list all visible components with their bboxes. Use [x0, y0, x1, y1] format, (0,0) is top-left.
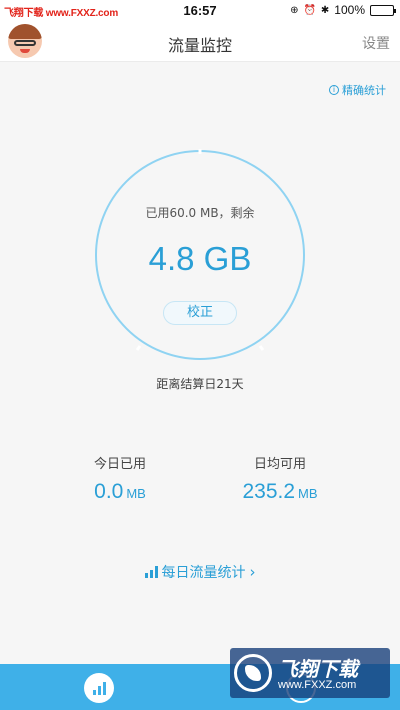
chevron-right-icon: › [249, 563, 256, 581]
today-used-label: 今日已用 [93, 457, 146, 472]
battery-icon [370, 4, 396, 16]
daily-available-label: 日均可用 [253, 457, 306, 472]
today-used-value-line: 0.0 MB [40, 480, 200, 504]
precise-stats-link[interactable]: i 精确统计 [329, 82, 386, 98]
today-used-stat: 今日已用 0.0 MB [40, 453, 200, 504]
orientation-lock-icon: ⊕ [290, 4, 299, 16]
daily-available-value: 235.2 [242, 480, 296, 503]
watermark-bottom: 飞翔下载 www.FXXZ.com [230, 648, 390, 698]
watermark-title: 飞翔下载 [278, 657, 358, 681]
daily-available-unit: MB [298, 486, 318, 501]
daily-stats-label: 每日流量统计 [161, 565, 246, 581]
days-until-settlement: 距离结算日21天 [156, 377, 244, 391]
used-traffic-text: 已用60.0 MB，剩余 [145, 206, 255, 220]
nav-bar: 流量监控 设置 [0, 22, 400, 62]
status-bar: 飞翔下载 www.FXXZ.com 16:57 ⊕ ⏰ ✱ 100% [0, 0, 400, 22]
alarm-icon: ⏰ [303, 4, 316, 16]
watermark-logo-mark [245, 665, 261, 681]
daily-stats-link[interactable]: 每日流量统计 › [0, 562, 400, 582]
settings-button[interactable]: 设置 [362, 33, 390, 53]
battery-percent: 100% [334, 3, 365, 17]
status-indicators: ⊕ ⏰ ✱ 100% [290, 3, 396, 17]
page-title: 流量监控 [167, 36, 232, 55]
traffic-gauge: 已用60.0 MB，剩余 4.8 GB 校正 [93, 148, 307, 362]
precise-stats-label: 精确统计 [342, 84, 386, 97]
daily-available-value-line: 235.2 MB [200, 480, 360, 504]
tab-traffic[interactable] [84, 673, 114, 703]
watermark-url: www.FXXZ.com [278, 679, 357, 691]
bar-chart-icon [144, 566, 158, 578]
today-used-unit: MB [126, 486, 146, 501]
daily-available-stat: 日均可用 235.2 MB [200, 453, 360, 504]
bluetooth-icon: ✱ [320, 4, 330, 16]
calibrate-button[interactable]: 校正 [163, 301, 237, 325]
remaining-traffic-value: 4.8 GB [148, 240, 252, 277]
today-used-value: 0.0 [94, 480, 124, 503]
info-icon: i [329, 85, 339, 95]
watermark-logo-icon [234, 654, 272, 692]
